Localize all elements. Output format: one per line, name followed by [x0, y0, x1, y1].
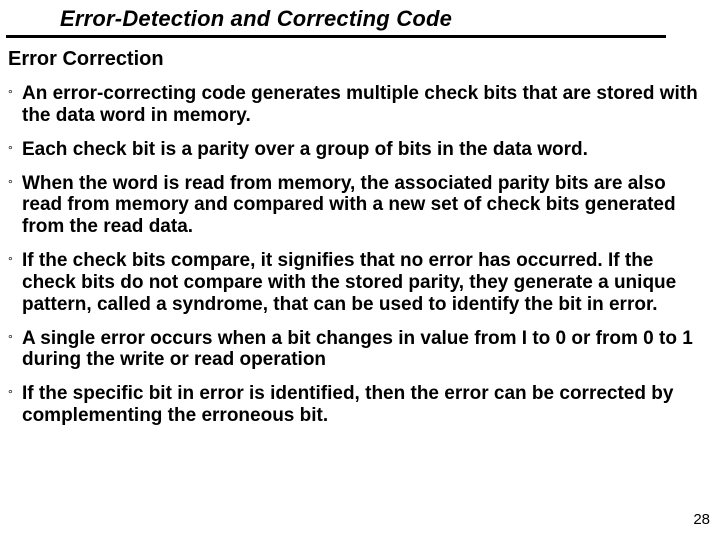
- list-item: ° If the check bits compare, it signifie…: [8, 250, 706, 316]
- bullet-text: If the check bits compare, it signifies …: [22, 250, 706, 316]
- title-block: Error-Detection and Correcting Code: [0, 0, 720, 32]
- list-item: ° Each check bit is a parity over a grou…: [8, 139, 706, 161]
- bullet-text: An error-correcting code generates multi…: [22, 83, 706, 127]
- list-item: ° A single error occurs when a bit chang…: [8, 328, 706, 372]
- bullet-text: When the word is read from memory, the a…: [22, 173, 706, 239]
- bullet-mark: °: [8, 250, 22, 271]
- bullet-list: ° An error-correcting code generates mul…: [0, 83, 720, 427]
- page-number: 28: [693, 511, 710, 528]
- bullet-mark: °: [8, 328, 22, 349]
- list-item: ° If the specific bit in error is identi…: [8, 383, 706, 427]
- list-item: ° When the word is read from memory, the…: [8, 173, 706, 239]
- bullet-text: If the specific bit in error is identifi…: [22, 383, 706, 427]
- bullet-text: A single error occurs when a bit changes…: [22, 328, 706, 372]
- title-underline: [6, 35, 666, 38]
- bullet-mark: °: [8, 139, 22, 160]
- slide: Error-Detection and Correcting Code Erro…: [0, 0, 720, 540]
- bullet-mark: °: [8, 383, 22, 404]
- list-item: ° An error-correcting code generates mul…: [8, 83, 706, 127]
- slide-subheading: Error Correction: [8, 48, 720, 71]
- slide-title: Error-Detection and Correcting Code: [60, 6, 720, 32]
- bullet-mark: °: [8, 173, 22, 194]
- bullet-text: Each check bit is a parity over a group …: [22, 139, 706, 161]
- bullet-mark: °: [8, 83, 22, 104]
